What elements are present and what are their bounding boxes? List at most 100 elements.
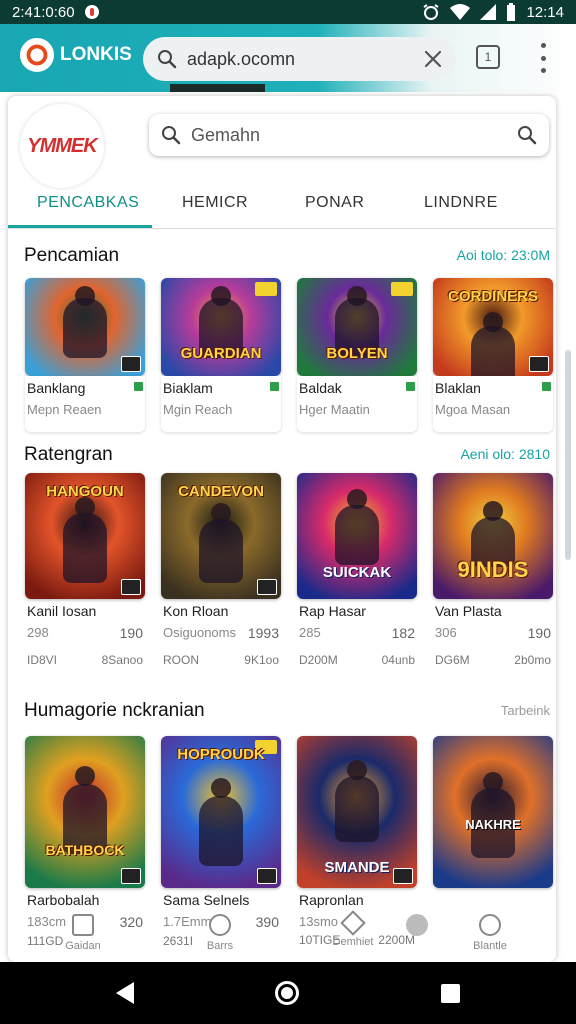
brand-logo-icon [20, 38, 54, 72]
wifi-icon [450, 4, 471, 20]
profile-icon [479, 914, 501, 936]
app-meta-left: DG6M [435, 653, 470, 667]
app-info: Biaklam Mgin Reach [161, 376, 281, 432]
nav-label: Gaidan [65, 940, 101, 952]
home-button-icon[interactable] [275, 981, 299, 1005]
app-subtitle: Mepn Reaen [27, 402, 102, 417]
system-nav-bar [0, 962, 576, 1024]
art-title: HANGOUN [46, 483, 124, 500]
url-bar[interactable]: adapk.ocomn [143, 37, 456, 81]
app-name: Rap Hasar [299, 603, 366, 619]
app-info: Banklang Mepn Reaen [25, 376, 145, 432]
tag-icon [340, 910, 366, 936]
app-name: Banklang [27, 380, 86, 396]
app-subtitle: Hger Maatin [299, 402, 370, 417]
nav-item-deals[interactable]: Demhiet [318, 910, 388, 948]
app-artwork: HOPROUDK [161, 736, 281, 888]
search-icon [162, 126, 181, 145]
status-right-time: 12:14 [526, 3, 564, 21]
app-subtitle: Mgoa Masan [435, 402, 511, 417]
nav-item-home[interactable]: Gaidan [48, 914, 118, 952]
app-info: Baldak Hger Maatin [297, 376, 417, 432]
search-submit-icon[interactable] [517, 125, 537, 145]
nav-item-browse[interactable]: Barrs [185, 914, 255, 952]
app-artwork: NAKHRE [433, 736, 553, 888]
app-info: Kon Rloan Osiguonoms 1993 ROON 9K1oo [161, 599, 281, 667]
store-icon [270, 382, 279, 391]
art-title: BOLYEN [326, 345, 388, 362]
art-title: SUICKAK [322, 564, 392, 581]
tab-pencabkas[interactable]: PENCABKAS [37, 194, 139, 212]
section-meta[interactable]: Aeni olo: 2810 [460, 446, 550, 462]
brand-name: LONKIS [60, 44, 132, 65]
scrollbar[interactable] [565, 350, 571, 560]
app-meta-right: 2b0mo [514, 653, 551, 667]
app-artwork: CANDEVON [161, 473, 281, 599]
app-tile[interactable]: SUICKAK Rap Hasar 285 182 D200M 04unb [297, 473, 417, 667]
app-tile[interactable]: 9INDIS Van Plasta 306 190 DG6M 2b0mo [433, 473, 553, 667]
app-stat-left: 298 [27, 625, 49, 640]
tabs-icon[interactable]: 1 [476, 45, 500, 69]
active-tab-indicator [8, 225, 152, 228]
app-tile[interactable]: HANGOUN Kanil Iosan 298 190 ID8VI 8Sanoo [25, 473, 145, 667]
tab-ponar[interactable]: PONAR [305, 194, 364, 212]
section-meta[interactable]: Tarbeink [501, 703, 550, 718]
globe-icon [209, 914, 231, 936]
app-tile[interactable]: Banklang Mepn Reaen [25, 278, 145, 432]
section-meta[interactable]: Aoi tolo: 23:0M [457, 247, 550, 263]
recents-icon[interactable] [441, 984, 460, 1003]
url-text[interactable]: adapk.ocomn [187, 49, 414, 70]
art-title: BATHBOCK [45, 842, 125, 858]
art-title: HOPROUDK [177, 746, 265, 763]
site-search-placeholder: Gemahn [191, 124, 261, 145]
tab-lindnre[interactable]: LINDNRE [424, 194, 498, 212]
app-artwork: 9INDIS [433, 473, 553, 599]
clear-icon[interactable] [424, 50, 442, 68]
app-artwork: GUARDIAN [161, 278, 281, 376]
nav-label: Demhiet [332, 936, 374, 948]
nav-item-profile[interactable]: Blantle [455, 914, 525, 952]
browser-brand[interactable]: LONKIS [20, 38, 132, 72]
search-icon [158, 50, 177, 69]
store-icon [406, 382, 415, 391]
check-icon [406, 914, 428, 936]
app-tile[interactable]: NAKHRE [433, 736, 553, 888]
app-tile[interactable]: CORDINERS Blaklan Mgoa Masan [433, 278, 553, 432]
app-meta-right: 8Sanoo [101, 653, 143, 667]
page-content: YMMEK Gemahn PENCABKAS HEMICR PONAR LIND… [8, 96, 556, 962]
bottom-nav: Gaidan Barrs Demhiet Blantle [0, 904, 576, 962]
app-stat-left: 285 [299, 625, 321, 640]
app-stat-right: 1993 [247, 625, 279, 641]
app-stat-right: 190 [119, 625, 143, 641]
app-name: Blaklan [435, 380, 481, 396]
app-name: Van Plasta [435, 603, 502, 619]
nav-item-check[interactable] [382, 914, 452, 940]
status-time: 2:41:0:60 [12, 3, 75, 21]
category-tabs: PENCABKAS HEMICR PONAR LINDNRE [8, 184, 556, 229]
app-tile[interactable]: BOLYEN Baldak Hger Maatin [297, 278, 417, 432]
back-icon[interactable] [116, 982, 134, 1004]
app-info: Kanil Iosan 298 190 ID8VI 8Sanoo [25, 599, 145, 667]
app-subtitle: Mgin Reach [163, 402, 233, 417]
app-meta-right: 9K1oo [244, 653, 279, 667]
tab-hemicr[interactable]: HEMICR [182, 194, 248, 212]
signal-icon [480, 4, 497, 20]
app-stat-right: 182 [391, 625, 415, 641]
battery-icon [507, 3, 516, 21]
site-logo[interactable]: YMMEK [20, 104, 104, 188]
nav-label: Blantle [473, 940, 507, 952]
app-info: Blaklan Mgoa Masan [433, 376, 553, 432]
more-menu-icon[interactable] [536, 43, 550, 73]
art-title: GUARDIAN [180, 345, 262, 362]
app-tile[interactable]: CANDEVON Kon Rloan Osiguonoms 1993 ROON 9K… [161, 473, 281, 667]
art-title: 9INDIS [457, 557, 529, 582]
app-tile[interactable]: GUARDIAN Biaklam Mgin Reach [161, 278, 281, 432]
app-name: Baldak [299, 380, 342, 396]
art-title: NAKHRE [465, 817, 521, 832]
art-title: CORDINERS [447, 288, 538, 305]
status-bar: 2:41:0:60 12:14 [0, 0, 576, 24]
app-artwork: BATHBOCK [25, 736, 145, 888]
section-title: Humagorie nckranian [24, 700, 205, 721]
site-search-input[interactable]: Gemahn [149, 114, 549, 156]
home-icon [72, 914, 94, 936]
